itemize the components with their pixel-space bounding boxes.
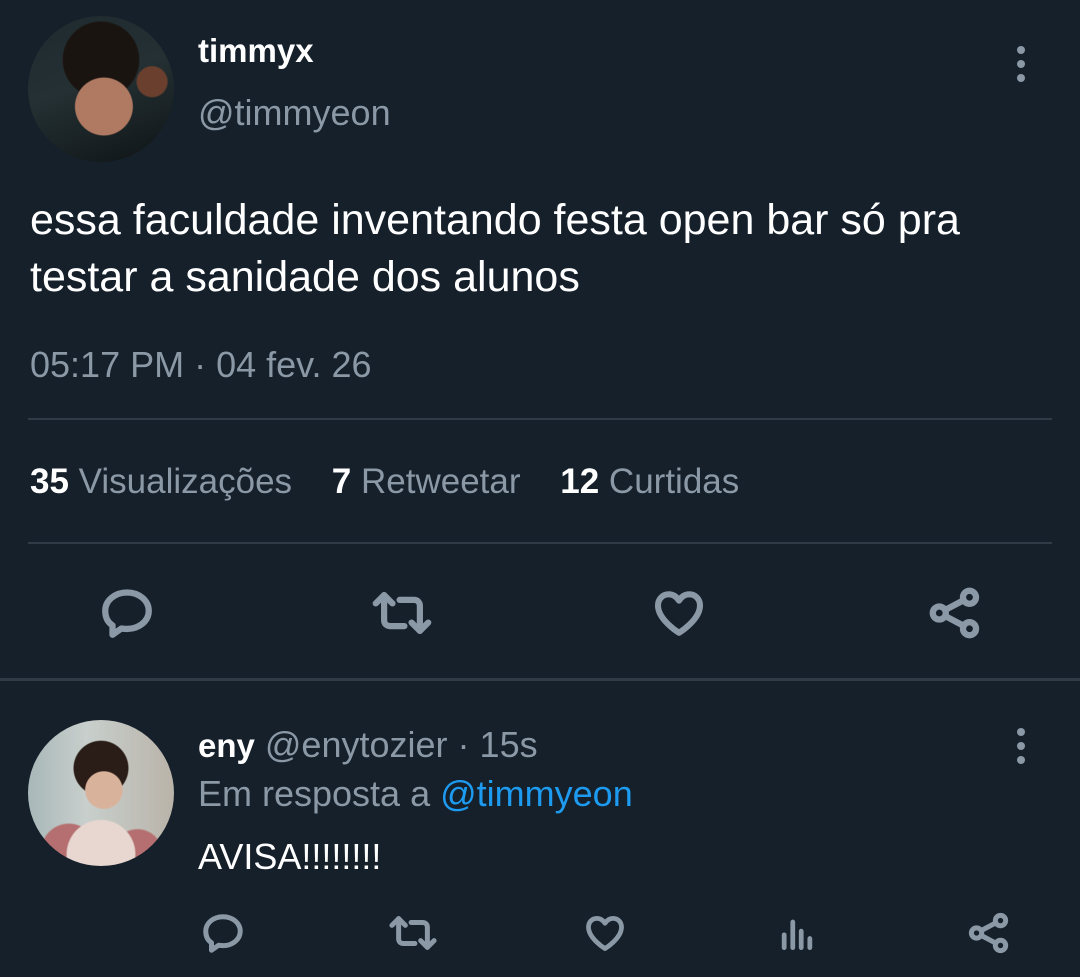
retweets-stat[interactable]: 7 Retweetar (332, 462, 521, 501)
reply-retweet-icon[interactable] (387, 908, 439, 958)
tweet-text: essa faculdade inventando festa open bar… (30, 196, 960, 301)
reply-icon[interactable] (96, 582, 158, 644)
author-display-name[interactable]: timmyx (198, 32, 314, 70)
reply-text: AVISA!!!!!!!! (198, 836, 382, 877)
reply-header: eny @enytozier · 15s (198, 724, 538, 766)
in-reply-to-label: Em resposta a (198, 773, 431, 814)
in-reply-to: Em resposta a @timmyeon (198, 773, 633, 815)
author-avatar[interactable] (28, 16, 174, 162)
tweet-timestamp[interactable]: 05:17 PM · 04 fev. 26 (30, 344, 372, 386)
views-stat[interactable]: 35 Visualizações (30, 462, 292, 501)
tweet-stats: 35 Visualizações 7 Retweetar 12 Curtidas (30, 462, 769, 502)
reply-like-icon[interactable] (580, 908, 630, 958)
retweet-icon[interactable] (370, 582, 434, 644)
reply-more-options-icon[interactable] (1008, 728, 1034, 764)
reply-share-icon[interactable] (964, 908, 1014, 958)
section-divider (0, 678, 1080, 681)
reply-separator: · (457, 724, 470, 765)
divider (28, 542, 1052, 544)
like-icon[interactable] (648, 582, 710, 644)
divider (28, 418, 1052, 420)
more-options-icon[interactable] (1008, 46, 1034, 82)
reply-time[interactable]: 15s (480, 724, 538, 765)
reply-analytics-icon[interactable] (772, 908, 822, 958)
share-icon[interactable] (924, 582, 986, 644)
likes-stat[interactable]: 12 Curtidas (560, 462, 739, 501)
reply-author-display-name[interactable]: eny (198, 727, 255, 764)
reply-reply-icon[interactable] (198, 908, 248, 958)
in-reply-to-handle[interactable]: @timmyeon (440, 773, 633, 814)
author-handle[interactable]: @timmyeon (198, 92, 391, 134)
reply-author-handle[interactable]: @enytozier (265, 724, 448, 765)
reply-author-avatar[interactable] (28, 720, 174, 866)
